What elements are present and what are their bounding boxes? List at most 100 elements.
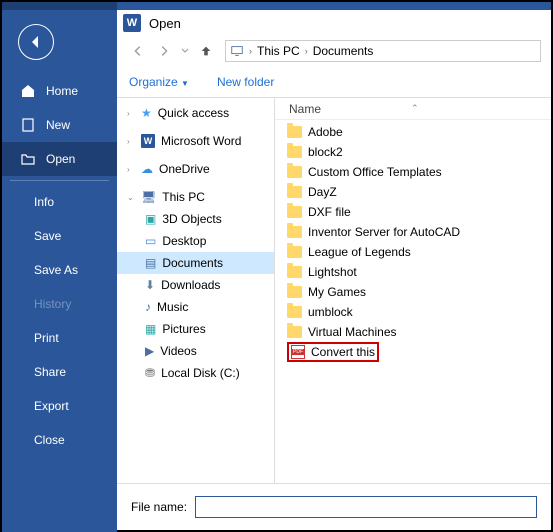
sort-indicator-icon: ⌃ [411,103,419,114]
chevron-down-icon: ▼ [181,79,189,88]
nav-up-button[interactable] [195,40,217,62]
tree-onedrive[interactable]: ›☁OneDrive [117,158,274,180]
videos-icon: ▶ [145,344,154,358]
list-item-pdf[interactable]: Convert this [275,342,551,362]
chevron-right-icon: › [302,46,311,56]
filename-row: File name: [117,484,551,530]
column-name[interactable]: Name [289,102,321,116]
objects-icon: ▣ [145,212,156,226]
back-button[interactable] [18,24,54,60]
tree-3d-objects[interactable]: ▣3D Objects [117,208,274,230]
list-item[interactable]: Lightshot [275,262,551,282]
list-item[interactable]: block2 [275,142,551,162]
dialog-title-row: W Open [117,10,551,36]
address-bar[interactable]: › This PC › Documents [225,40,541,62]
new-folder-button[interactable]: New folder [217,75,274,89]
nav-info[interactable]: Info [2,185,117,219]
list-item[interactable]: My Games [275,282,551,302]
column-header-row: Name ⌃ [275,98,551,120]
nav-close[interactable]: Close [2,423,117,457]
tree-desktop[interactable]: ▭Desktop [117,230,274,252]
file-list: Name ⌃ Adobe block2 Custom Office Templa… [275,98,551,483]
nav-open-label: Open [46,152,75,166]
pdf-icon [291,345,305,359]
list-item[interactable]: League of Legends [275,242,551,262]
breadcrumb-this-pc[interactable]: This PC [257,44,300,58]
tree-documents[interactable]: ▤Documents [117,252,274,274]
tree-music[interactable]: ♪Music [117,296,274,318]
folder-icon [287,186,302,198]
chevron-right-icon: › [246,46,255,56]
folder-icon [287,226,302,238]
list-item[interactable]: Virtual Machines [275,322,551,342]
open-folder-icon [20,151,36,167]
breadcrumb-documents[interactable]: Documents [313,44,374,58]
tree-local-disk[interactable]: ⛃Local Disk (C:) [117,362,274,384]
folder-icon [287,266,302,278]
filename-input[interactable] [195,496,537,518]
list-item[interactable]: Inventor Server for AutoCAD [275,222,551,242]
tree-videos[interactable]: ▶Videos [117,340,274,362]
folder-icon [287,306,302,318]
nav-history: History [2,287,117,321]
navigation-tree: ›★Quick access ›WMicrosoft Word ›☁OneDri… [117,98,275,483]
filename-label: File name: [131,500,187,514]
dialog-toolbar: Organize ▼ New folder [117,66,551,98]
nav-save-as[interactable]: Save As [2,253,117,287]
nav-open[interactable]: Open [2,142,117,176]
nav-new[interactable]: New [2,108,117,142]
nav-back-button[interactable] [127,40,149,62]
nav-dropdown[interactable] [179,40,191,62]
folder-icon [287,246,302,258]
dialog-title: Open [149,16,181,31]
nav-home-label: Home [46,84,78,98]
new-doc-icon [20,117,36,133]
star-icon: ★ [141,106,152,120]
word-app-icon: W [123,14,141,32]
pc-icon: 🖥 [141,190,156,204]
word-icon: W [141,134,155,148]
highlight-annotation: Convert this [287,342,379,362]
disk-icon: ⛃ [145,366,155,380]
nav-new-label: New [46,118,70,132]
nav-home[interactable]: Home [2,74,117,108]
list-item[interactable]: umblock [275,302,551,322]
arrow-right-icon [157,44,171,58]
desktop-icon: ▭ [145,234,156,248]
home-icon [20,83,36,99]
chevron-down-icon [181,47,189,55]
folder-icon [287,286,302,298]
word-backstage-sidebar: Home New Open Info Save Save As History … [2,10,117,532]
arrow-left-icon [28,34,44,50]
pictures-icon: ▦ [145,322,156,336]
open-dialog: W Open › This PC › Documents Organize ▼ … [117,10,551,530]
list-item[interactable]: Custom Office Templates [275,162,551,182]
arrow-up-icon [199,44,213,58]
folder-icon [287,166,302,178]
downloads-icon: ⬇ [145,278,155,292]
nav-share[interactable]: Share [2,355,117,389]
tree-ms-word[interactable]: ›WMicrosoft Word [117,130,274,152]
tree-quick-access[interactable]: ›★Quick access [117,102,274,124]
nav-save[interactable]: Save [2,219,117,253]
folder-icon [287,146,302,158]
documents-icon: ▤ [145,256,156,270]
organize-menu[interactable]: Organize ▼ [129,75,189,89]
pc-icon [230,44,244,58]
tree-pictures[interactable]: ▦Pictures [117,318,274,340]
nav-export[interactable]: Export [2,389,117,423]
music-icon: ♪ [145,300,151,314]
list-item[interactable]: DayZ [275,182,551,202]
nav-forward-button[interactable] [153,40,175,62]
list-item[interactable]: Adobe [275,122,551,142]
tree-downloads[interactable]: ⬇Downloads [117,274,274,296]
arrow-left-icon [131,44,145,58]
folder-icon [287,326,302,338]
cloud-icon: ☁ [141,162,153,176]
tree-this-pc[interactable]: ⌄🖥This PC [117,186,274,208]
list-item[interactable]: DXF file [275,202,551,222]
nav-print[interactable]: Print [2,321,117,355]
folder-icon [287,206,302,218]
folder-icon [287,126,302,138]
nav-toolbar: › This PC › Documents [117,36,551,66]
